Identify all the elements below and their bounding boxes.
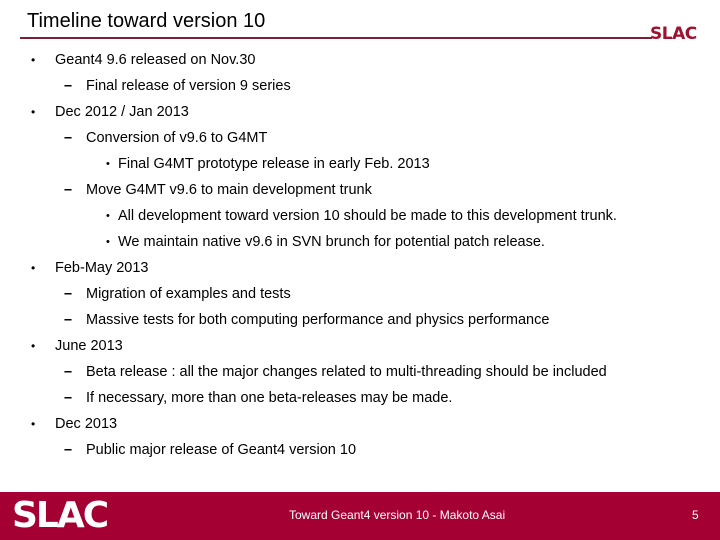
bullet-icon: • — [106, 210, 110, 222]
list-item: • We maintain native v9.6 in SVN brunch … — [106, 232, 545, 252]
list-item: – If necessary, more than one beta-relea… — [64, 388, 453, 408]
list-item-text: Geant4 9.6 released on Nov.30 — [55, 52, 256, 68]
title-underline — [20, 37, 652, 39]
bullet-icon: • — [31, 53, 36, 67]
list-item-text: If necessary, more than one beta-release… — [86, 390, 453, 406]
list-item: • Final G4MT prototype release in early … — [106, 154, 430, 174]
list-item-text: Dec 2012 / Jan 2013 — [55, 104, 189, 120]
list-item-text: Beta release : all the major changes rel… — [86, 364, 607, 380]
list-item-text: Massive tests for both computing perform… — [86, 312, 550, 328]
dash-icon: – — [64, 364, 73, 380]
bullet-icon: • — [31, 105, 36, 119]
list-item: – Public major release of Geant4 version… — [64, 440, 357, 460]
list-item-text: June 2013 — [55, 338, 123, 354]
list-item: – Move G4MT v9.6 to main development tru… — [64, 180, 372, 200]
list-item: – Migration of examples and tests — [64, 284, 291, 304]
list-item-text: Migration of examples and tests — [86, 286, 291, 302]
list-item: – Conversion of v9.6 to G4MT — [64, 128, 268, 148]
list-item-text: Dec 2013 — [55, 416, 118, 432]
dash-icon: – — [64, 78, 73, 94]
bullet-icon: • — [31, 339, 36, 353]
dash-icon: – — [64, 390, 73, 406]
bullet-icon: • — [106, 236, 110, 248]
list-item-text: All development toward version 10 should… — [118, 208, 617, 224]
list-item: • June 2013 — [31, 336, 123, 356]
list-item: – Beta release : all the major changes r… — [64, 362, 607, 382]
bullet-icon: • — [106, 158, 110, 170]
dash-icon: – — [64, 286, 73, 302]
slac-logo-top: SLAC — [650, 24, 697, 44]
list-item-text: We maintain native v9.6 in SVN brunch fo… — [118, 234, 545, 250]
footer-caption: Toward Geant4 version 10 - Makoto Asai — [289, 508, 506, 522]
list-item: • Feb-May 2013 — [31, 258, 149, 278]
footer-bar: SLAC Toward Geant4 version 10 - Makoto A… — [0, 492, 720, 540]
slac-logo-footer: SLAC — [12, 495, 109, 536]
list-item: • Dec 2013 — [31, 414, 118, 434]
list-item-text: Feb-May 2013 — [55, 260, 149, 276]
list-item: • All development toward version 10 shou… — [106, 206, 617, 226]
list-item-text: Conversion of v9.6 to G4MT — [86, 130, 268, 146]
list-item-text: Final release of version 9 series — [86, 78, 291, 94]
bullet-icon: • — [31, 261, 36, 275]
dash-icon: – — [64, 442, 73, 458]
dash-icon: – — [64, 182, 73, 198]
list-item: • Geant4 9.6 released on Nov.30 — [31, 50, 256, 70]
list-item: • Dec 2012 / Jan 2013 — [31, 102, 189, 122]
list-item: – Massive tests for both computing perfo… — [64, 310, 550, 330]
bullet-icon: • — [31, 417, 36, 431]
dash-icon: – — [64, 312, 73, 328]
slide-title: Timeline toward version 10 — [27, 10, 266, 32]
dash-icon: – — [64, 130, 73, 146]
list-item: – Final release of version 9 series — [64, 76, 291, 96]
page-number: 5 — [692, 508, 699, 522]
list-item-text: Final G4MT prototype release in early Fe… — [118, 156, 430, 172]
list-item-text: Move G4MT v9.6 to main development trunk — [86, 182, 372, 198]
list-item-text: Public major release of Geant4 version 1… — [86, 442, 357, 458]
